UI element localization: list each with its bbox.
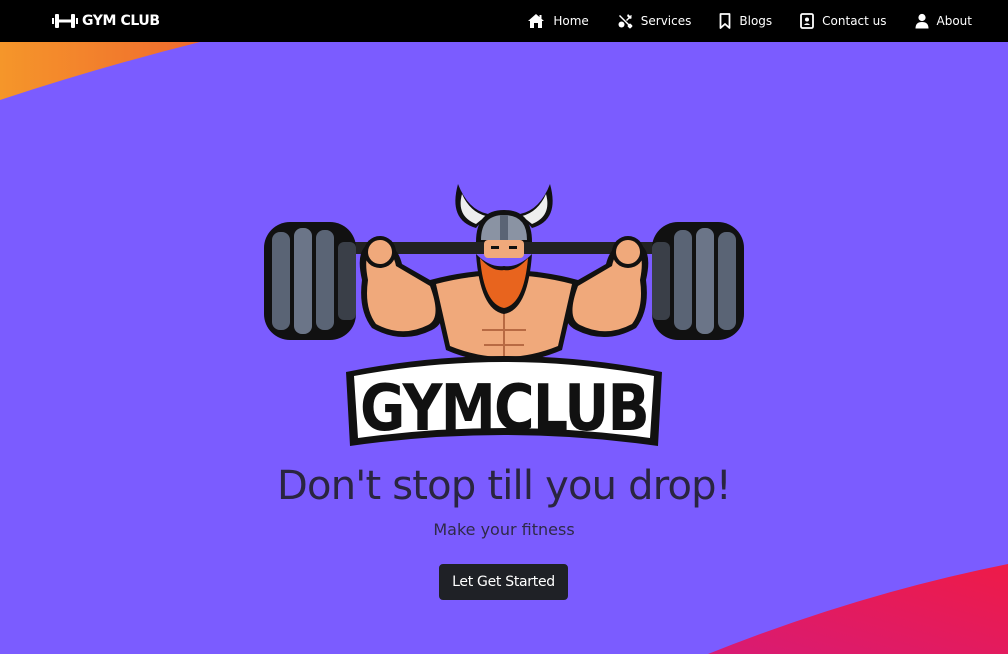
person-icon	[915, 13, 929, 29]
gymclub-logo: GYMCLUB	[264, 184, 744, 446]
nav-label-about: About	[936, 14, 972, 28]
nav-label-contact: Contact us	[822, 14, 887, 28]
nav-label-services: Services	[640, 14, 692, 28]
tools-icon	[618, 14, 633, 29]
gymclub-text-plate: GYMCLUB	[346, 356, 662, 446]
hero-headline: Don't stop till you drop!	[277, 463, 732, 509]
navbar: GYM CLUB Home Services Blogs Contact us …	[0, 0, 1008, 42]
nav-item-services: Services	[617, 13, 692, 29]
brand-link[interactable]: GYM CLUB	[52, 0, 160, 42]
nav-link-about[interactable]: About	[915, 13, 972, 29]
contact-card-icon	[800, 13, 815, 29]
orange-corner-shape	[0, 42, 200, 100]
nav-label-blogs: Blogs	[739, 14, 773, 28]
nav-item-blogs: Blogs	[719, 13, 772, 29]
nav-link-contact[interactable]: Contact us	[800, 13, 887, 29]
left-weight-plates	[264, 222, 356, 340]
nav-item-about: About	[915, 13, 972, 29]
pink-corner-shape	[708, 564, 1008, 654]
get-started-button[interactable]: Let Get Started	[439, 564, 568, 600]
nav-link-blogs[interactable]: Blogs	[719, 13, 772, 29]
nav-link-home[interactable]: Home	[527, 13, 589, 29]
home-icon	[528, 14, 545, 28]
right-weight-plates	[652, 222, 744, 340]
nav-item-contact: Contact us	[800, 13, 887, 29]
bookmark-icon	[719, 13, 731, 29]
gymclub-logo-text: GYMCLUB	[360, 372, 648, 446]
nav-item-home: Home	[527, 13, 589, 29]
brand-name: GYM CLUB	[82, 13, 160, 29]
dumbbell-icon	[52, 14, 78, 28]
nav-link-services[interactable]: Services	[617, 13, 692, 29]
viking-helmet	[455, 184, 553, 249]
nav-label-home: Home	[553, 14, 589, 28]
nav-links: Home Services Blogs Contact us About	[527, 0, 972, 42]
hero-subheadline: Make your fitness	[433, 520, 575, 539]
